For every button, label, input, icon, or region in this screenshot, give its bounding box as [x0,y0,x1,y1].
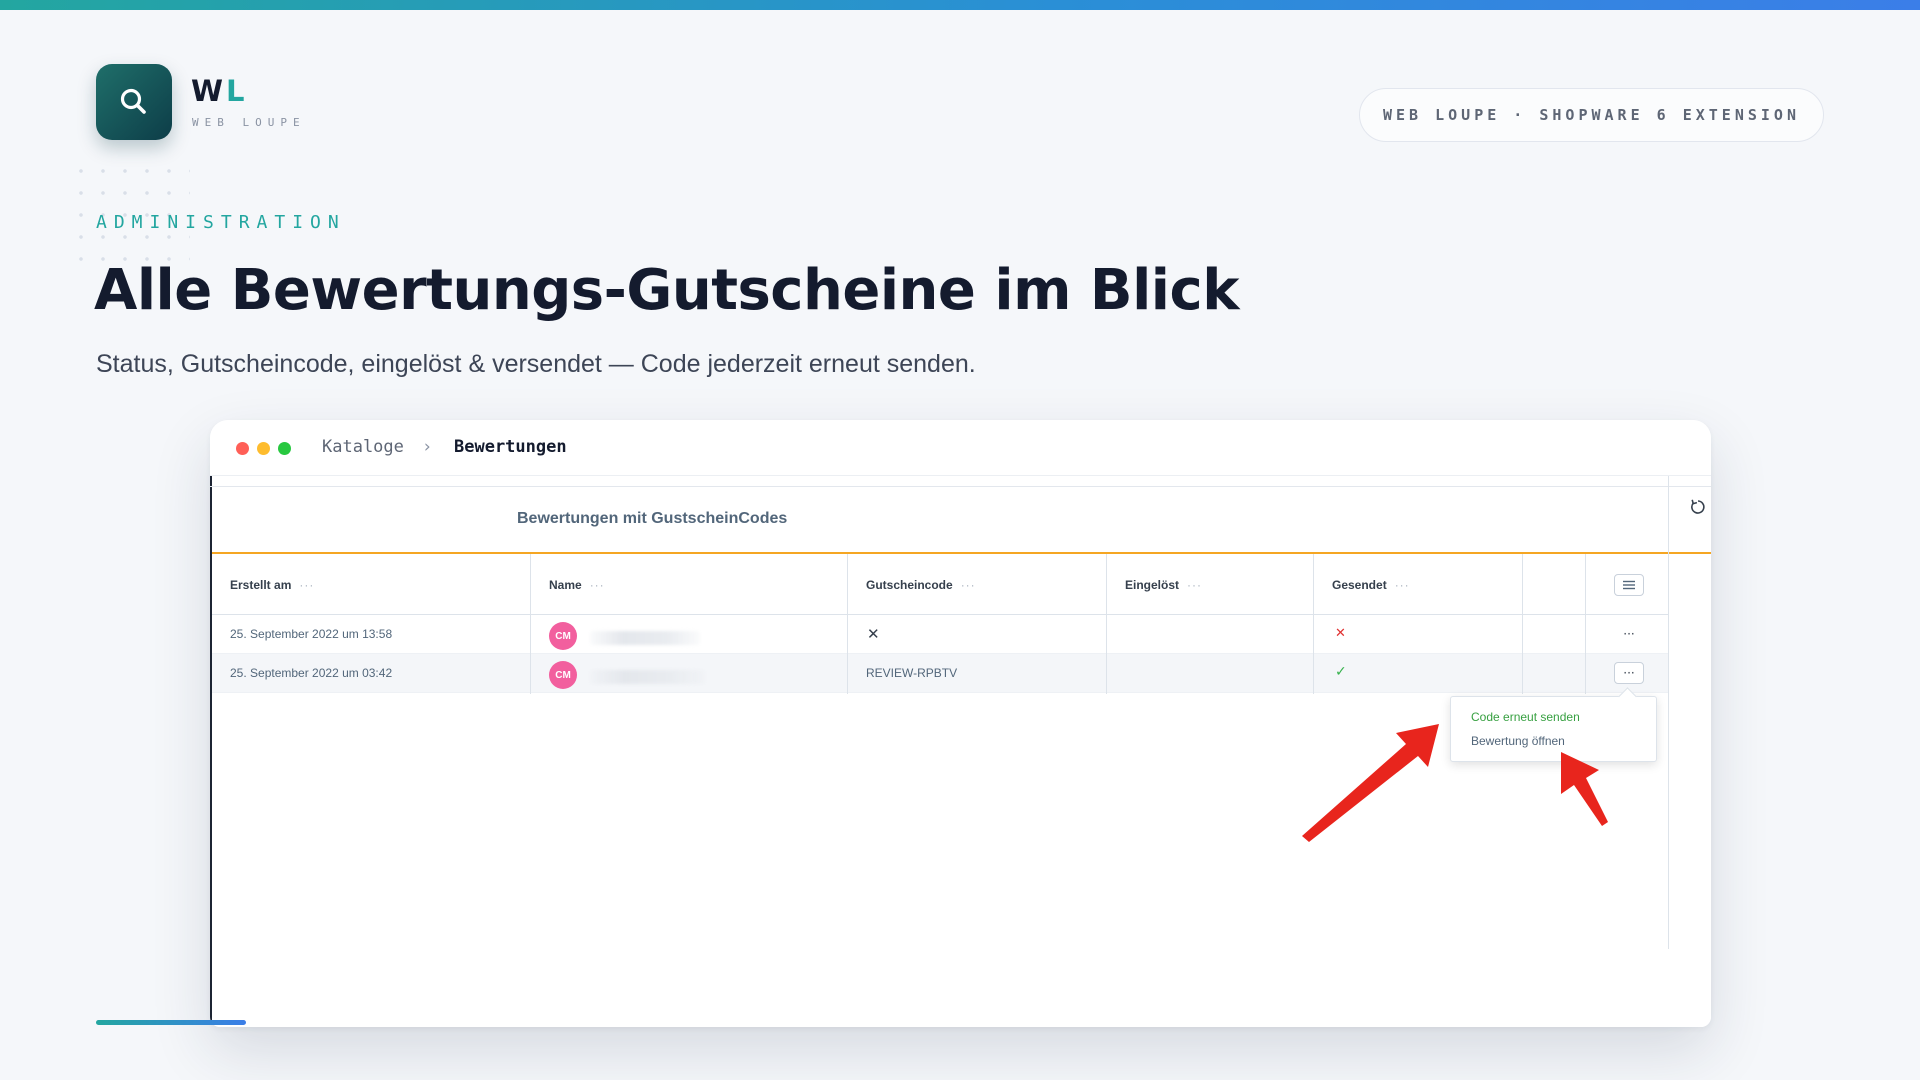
menu-item-open-review[interactable]: Bewertung öffnen [1471,734,1565,748]
cell-created: 25. September 2022 um 03:42 [230,666,393,680]
card-title: Bewertungen mit GustscheinCodes [517,510,788,527]
table-row[interactable]: 25. September 2022 um 13:58 CM ✕ ✕ ··· [212,615,1668,654]
page-subline: Status, Gutscheincode, eingelöst & verse… [96,350,976,378]
column-header-label: Erstellt am [230,578,292,592]
column-header-sent[interactable]: Gesendet ··· [1332,578,1410,592]
brand-mark-accent: L [226,74,248,108]
minimize-dot-icon[interactable] [257,442,270,455]
row-actions-button[interactable]: ··· [1614,623,1644,645]
cell-created: 25. September 2022 um 13:58 [230,627,393,641]
column-header-redeemed[interactable]: Eingelöst ··· [1125,578,1202,592]
top-gradient-bar [0,0,1920,10]
column-divider [847,554,848,694]
column-menu-icon[interactable]: ··· [1395,578,1410,592]
row-actions-button[interactable]: ··· [1614,662,1644,684]
column-divider [1106,554,1107,694]
divider [210,486,1711,487]
column-header-label: Gutscheincode [866,578,953,592]
breadcrumb-kataloge[interactable]: Kataloge [322,437,404,457]
reload-icon[interactable] [1688,497,1708,517]
brand-mark-primary: W [191,74,226,108]
column-menu-icon[interactable]: ··· [961,578,976,592]
check-icon: ✓ [1335,664,1347,680]
maximize-dot-icon[interactable] [278,442,291,455]
search-icon [120,88,146,114]
column-header-label: Name [549,578,582,592]
grid-right-border [1668,476,1669,949]
data-grid: Erstellt am ··· Name ··· Gutscheincode ··· … [212,554,1668,1027]
product-pill: WEB LOUPE · SHOPWARE 6 EXTENSION [1359,88,1824,142]
column-header-created[interactable]: Erstellt am ··· [230,578,314,592]
grid-settings-button[interactable] [1614,574,1644,596]
cell-code: REVIEW-RPBTV [866,666,958,680]
section-eyebrow: ADMINISTRATION [96,212,346,233]
row-context-menu: Code erneut senden Bewertung öffnen [1450,696,1657,762]
grid-header: Erstellt am ··· Name ··· Gutscheincode ··· … [212,554,1668,615]
column-divider [530,554,531,694]
column-menu-icon[interactable]: ··· [299,578,314,592]
column-header-label: Gesendet [1332,578,1387,592]
column-header-label: Eingelöst [1125,578,1180,592]
bottom-accent-bar [96,1020,246,1025]
table-row[interactable]: 25. September 2022 um 03:42 CM REVIEW-RP… [212,654,1668,693]
breadcrumb-separator: › [422,437,433,457]
list-settings-icon [1623,580,1635,590]
column-menu-icon[interactable]: ··· [1187,578,1202,592]
column-header-name[interactable]: Name ··· [549,578,605,592]
x-icon: ✕ [867,625,880,643]
column-divider [1585,554,1586,694]
column-divider [1313,554,1314,694]
page-headline: Alle Bewertungs-Gutscheine im Blick [94,258,1239,323]
redacted-name [590,631,700,645]
brand-logo [96,64,172,140]
avatar: CM [549,622,577,650]
brand-subtitle: WEB LOUPE [192,116,306,129]
column-menu-icon[interactable]: ··· [590,578,605,592]
menu-item-resend-code[interactable]: Code erneut senden [1471,710,1580,724]
column-header-code[interactable]: Gutscheincode ··· [866,578,976,592]
column-divider [1522,554,1523,694]
close-dot-icon[interactable] [236,442,249,455]
window-titlebar: Kataloge › Bewertungen [210,420,1711,476]
redacted-name [590,670,705,684]
x-red-icon: ✕ [1335,626,1346,641]
breadcrumb-bewertungen[interactable]: Bewertungen [454,437,567,457]
avatar: CM [549,661,577,689]
brand-wordmark: WL [191,74,247,108]
